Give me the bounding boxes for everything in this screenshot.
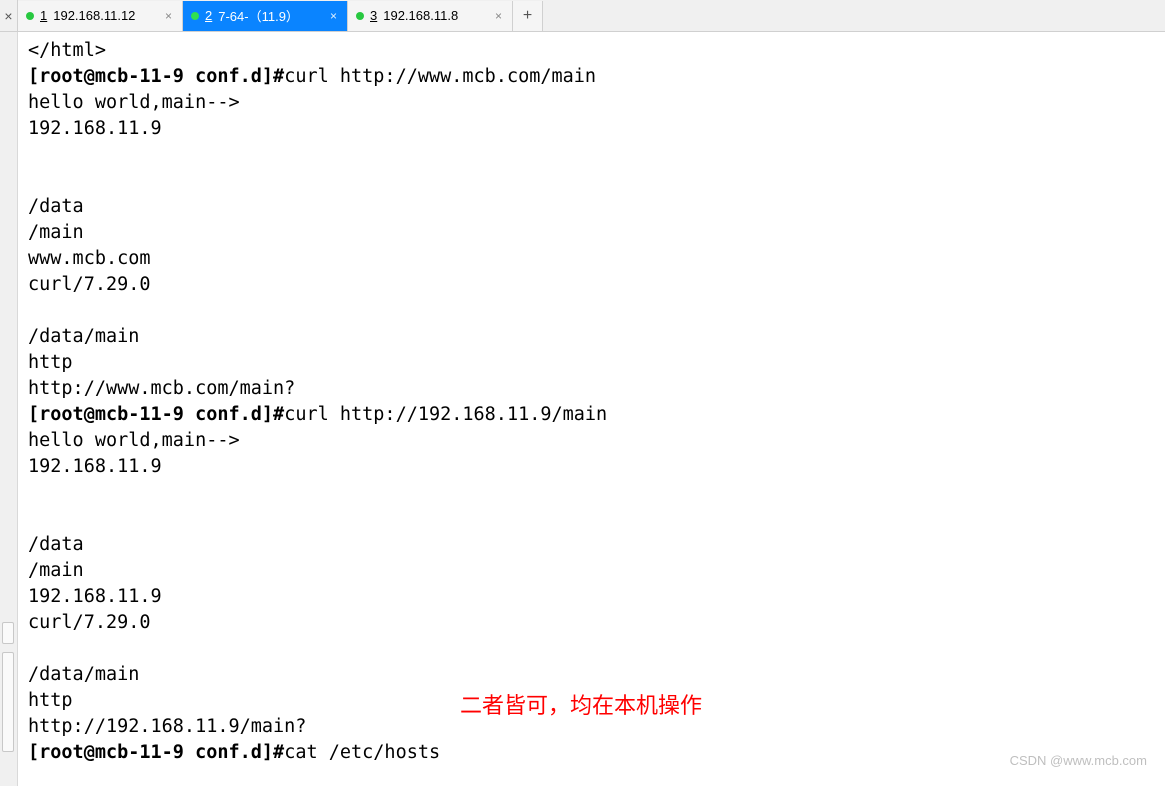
terminal-line: 192.168.11.9 <box>28 116 1153 142</box>
terminal-line: [root@mcb-11-9 conf.d]#curl http://www.m… <box>28 64 1153 90</box>
status-dot-icon <box>356 12 364 20</box>
close-icon[interactable]: × <box>163 9 174 23</box>
tab-number: 2 <box>205 8 212 23</box>
terminal-line <box>28 168 1153 194</box>
terminal-line: curl/7.29.0 <box>28 272 1153 298</box>
tab-number: 3 <box>370 8 377 23</box>
terminal-line: 192.168.11.9 <box>28 584 1153 610</box>
tab-3[interactable]: 3 192.168.11.8 × <box>348 1 513 31</box>
terminal-line: /main <box>28 220 1153 246</box>
terminal-line: http://www.mcb.com/main? <box>28 376 1153 402</box>
tab-2[interactable]: 2 7-64-（11.9） × <box>183 1 348 31</box>
tab-label: 7-64-（11.9） <box>218 6 322 25</box>
add-tab-button[interactable]: + <box>513 1 543 31</box>
status-dot-icon <box>191 12 199 20</box>
terminal-line: curl/7.29.0 <box>28 610 1153 636</box>
terminal-output[interactable]: </html>[root@mcb-11-9 conf.d]#curl http:… <box>0 32 1165 772</box>
terminal-line: /data <box>28 532 1153 558</box>
terminal-line: 192.168.11.9 <box>28 454 1153 480</box>
terminal-line: /data/main <box>28 662 1153 688</box>
close-icon[interactable]: × <box>493 9 504 23</box>
close-panel-button[interactable]: × <box>0 0 18 32</box>
tab-bar: × 1 192.168.11.12×2 7-64-（11.9）×3 192.16… <box>0 0 1165 32</box>
tab-1[interactable]: 1 192.168.11.12 × <box>18 1 183 31</box>
terminal-line: </html> <box>28 38 1153 64</box>
terminal-line <box>28 298 1153 324</box>
terminal-line: hello world,main--> <box>28 428 1153 454</box>
terminal-line: /main <box>28 558 1153 584</box>
terminal-line: www.mcb.com <box>28 246 1153 272</box>
tab-number: 1 <box>40 8 47 23</box>
terminal-line: [root@mcb-11-9 conf.d]#curl http://192.1… <box>28 402 1153 428</box>
status-dot-icon <box>26 12 34 20</box>
terminal-line <box>28 480 1153 506</box>
terminal-line: http <box>28 350 1153 376</box>
tab-label: 192.168.11.12 <box>53 8 157 23</box>
terminal-line: /data/main <box>28 324 1153 350</box>
terminal-line <box>28 636 1153 662</box>
annotation-text: 二者皆可，均在本机操作 <box>460 688 702 720</box>
tab-label: 192.168.11.8 <box>383 8 487 23</box>
close-icon[interactable]: × <box>328 9 339 23</box>
terminal-line <box>28 142 1153 168</box>
terminal-line <box>28 506 1153 532</box>
terminal-line: [root@mcb-11-9 conf.d]#cat /etc/hosts <box>28 740 1153 766</box>
terminal-line: hello world,main--> <box>28 90 1153 116</box>
watermark-text: CSDN @www.mcb.com <box>1010 753 1147 768</box>
terminal-line: /data <box>28 194 1153 220</box>
